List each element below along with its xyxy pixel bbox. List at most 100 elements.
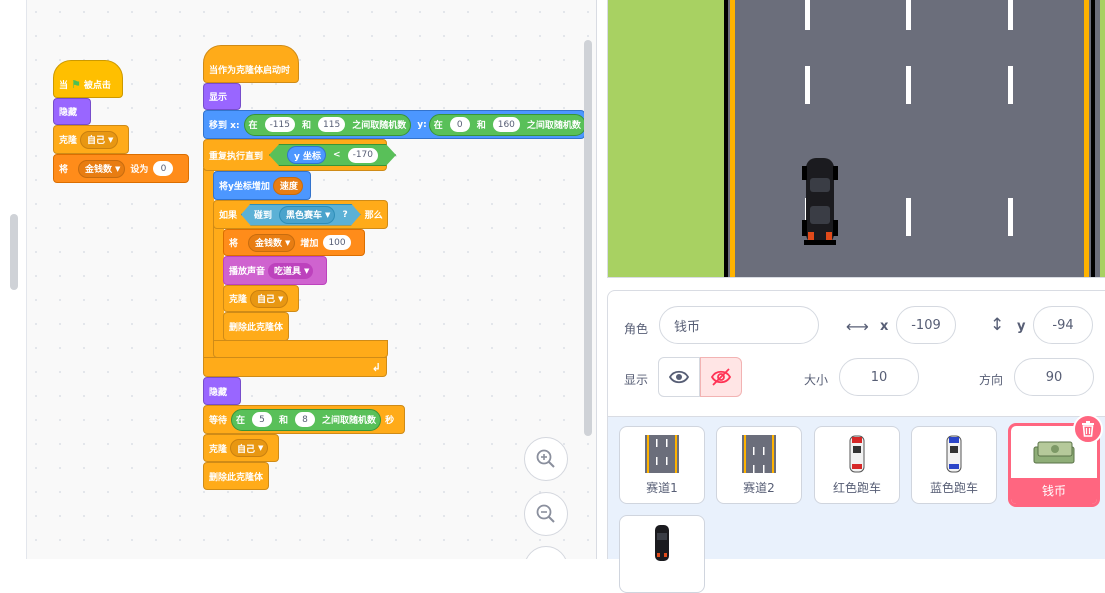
- blue-car-thumbnail: [912, 433, 996, 475]
- random-y-reporter[interactable]: 在 0 和 160 之间取随机数: [428, 113, 586, 136]
- wait-max-input[interactable]: 8: [295, 412, 316, 427]
- set-variable-block[interactable]: 将 金钱数 ▼ 设为 0: [53, 154, 189, 183]
- random-x-reporter[interactable]: 在 -115 和 115 之间取随机数: [243, 113, 412, 136]
- wait-min-input[interactable]: 5: [252, 412, 273, 427]
- delete-clone-block-inner[interactable]: 删除此克隆体: [223, 312, 289, 341]
- sprite-tile-label: 红色跑车: [832, 481, 881, 495]
- code-area-scrollbar[interactable]: [584, 40, 592, 436]
- touching-target-value: 黑色赛车: [286, 211, 323, 221]
- change-mid-label: 增加: [300, 239, 319, 249]
- touching-target-dropdown[interactable]: 黑色赛车 ▼: [279, 205, 336, 224]
- random-wait-reporter[interactable]: 在 5 和 8 之间取随机数: [231, 408, 382, 431]
- create-clone-block-2[interactable]: 克隆 自己 ▼: [203, 434, 279, 462]
- wait-block[interactable]: 等待 在 5 和 8 之间取随机数 秒: [203, 405, 405, 434]
- sprite-tile-black-car[interactable]: [619, 515, 705, 593]
- sprite-tile-label: 赛道1: [646, 481, 678, 495]
- direction-input[interactable]: 90: [1014, 358, 1094, 396]
- when-start-as-clone-block[interactable]: 当作为克隆体启动时: [203, 45, 299, 83]
- sound-dropdown[interactable]: 吃道具 ▼: [268, 262, 314, 279]
- repeat-bottom-arm: ↲: [203, 357, 387, 377]
- size-label: 大小: [804, 373, 829, 387]
- clone-target-dropdown[interactable]: 自己 ▼: [80, 130, 119, 149]
- hide-block[interactable]: 隐藏: [53, 98, 91, 125]
- road-border-right: [1091, 0, 1095, 277]
- hide-label: 隐藏: [209, 387, 228, 398]
- if-then-block[interactable]: 如果 碰到 黑色赛车 ▼ ? 那么: [213, 200, 388, 229]
- red-car-thumbnail: [815, 433, 899, 475]
- road-border-left: [724, 0, 728, 277]
- trash-icon: [1082, 421, 1094, 437]
- x-min-input[interactable]: -115: [264, 117, 295, 132]
- y-max-input[interactable]: 160: [492, 117, 520, 132]
- zoom-in-button[interactable]: [524, 437, 568, 481]
- code-area[interactable]: 当 ⚑ 被点击 隐藏 克隆 自己 ▼ 将 金钱数 ▼ 设为 0 当作为克隆体启动时 …: [0, 0, 597, 559]
- eye-icon: [669, 370, 689, 384]
- sprite-tile-track-1[interactable]: 赛道1: [619, 426, 705, 504]
- touching-sensor[interactable]: 碰到 黑色赛车 ▼ ?: [241, 203, 361, 226]
- stage[interactable]: [607, 0, 1105, 278]
- x-position-input[interactable]: -109: [896, 306, 956, 344]
- clone-target-dropdown[interactable]: 自己 ▼: [250, 289, 289, 308]
- x-max-input[interactable]: 115: [318, 117, 346, 132]
- lane-dash: [1008, 198, 1013, 236]
- y-label: y: [1017, 319, 1026, 334]
- hide-block-2[interactable]: 隐藏: [203, 377, 241, 405]
- direction-value: 90: [1045, 369, 1063, 385]
- sprite-tile-red-car[interactable]: 红色跑车: [814, 426, 900, 504]
- sprite-name-value: 钱币: [674, 319, 701, 335]
- lt-value-input[interactable]: -170: [347, 147, 379, 163]
- create-clone-block[interactable]: 克隆 自己 ▼: [53, 125, 129, 154]
- y-min-input[interactable]: 0: [449, 117, 470, 132]
- size-input[interactable]: 10: [839, 358, 919, 396]
- when-flag-clicked-block[interactable]: 当 ⚑ 被点击: [53, 60, 123, 98]
- change-prefix-label: 将: [229, 239, 239, 249]
- set-variable-dropdown[interactable]: 金钱数 ▼: [78, 159, 126, 178]
- sprite-label: 角色: [624, 322, 649, 336]
- zoom-out-button[interactable]: [524, 492, 568, 536]
- wait-prefix-label: 等待: [209, 416, 228, 426]
- delete-sprite-button[interactable]: [1073, 414, 1103, 444]
- show-sprite-button[interactable]: [658, 357, 700, 397]
- x-label: x: [880, 319, 889, 334]
- zoom-out-icon: [536, 504, 555, 523]
- sprite-tile-label: 蓝色跑车: [929, 481, 978, 495]
- y-position-reporter[interactable]: y 坐标: [287, 146, 327, 164]
- green-flag-icon: ⚑: [71, 77, 81, 91]
- set-value-input[interactable]: 0: [153, 161, 174, 176]
- show-block[interactable]: 显示: [203, 83, 241, 110]
- sprite-tile-track-2[interactable]: 赛道2: [716, 426, 802, 504]
- rand-and-label: 和: [476, 121, 486, 131]
- change-variable-dropdown[interactable]: 金钱数 ▼: [248, 233, 296, 252]
- change-variable-block[interactable]: 将 金钱数 ▼ 增加 100: [223, 229, 365, 256]
- zoom-reset-button[interactable]: [524, 546, 568, 559]
- sprite-name-input[interactable]: 钱币: [659, 306, 819, 344]
- clone-target-value: 自己: [87, 136, 106, 146]
- lane-dash: [1008, 0, 1013, 30]
- set-prefix-label: 将: [59, 165, 69, 175]
- create-clone-block-inner[interactable]: 克隆 自己 ▼: [223, 285, 299, 312]
- eye-slash-icon: [710, 368, 732, 386]
- x-arrows-icon: ⟷: [846, 317, 869, 336]
- hat-clicked-label: 被点击: [83, 80, 111, 91]
- set-var-value: 金钱数: [85, 165, 113, 175]
- sprite-tile-blue-car[interactable]: 蓝色跑车: [911, 426, 997, 504]
- delete-clone-block-2[interactable]: 删除此克隆体: [203, 462, 269, 490]
- go-to-xy-block[interactable]: 移到 x: 在 -115 和 115 之间取随机数 y: 在 0 和 160 之…: [203, 110, 586, 139]
- track-thumbnail: [717, 433, 801, 475]
- rand-suffix-label: 之间取随机数: [322, 416, 377, 426]
- hide-sprite-button[interactable]: [700, 357, 742, 397]
- caret-down-icon: ▼: [108, 135, 114, 144]
- less-than-operator[interactable]: y 坐标 < -170: [269, 144, 397, 166]
- clone-target-dropdown[interactable]: 自己 ▼: [230, 439, 269, 457]
- black-race-car-sprite[interactable]: [801, 156, 839, 248]
- start-sound-block[interactable]: 播放声音 吃道具 ▼: [223, 256, 327, 285]
- show-label: 显示: [209, 93, 228, 103]
- speed-variable-reporter[interactable]: 速度: [272, 176, 303, 195]
- y-position-input[interactable]: -94: [1033, 306, 1093, 344]
- change-value-input[interactable]: 100: [323, 235, 351, 250]
- clone-label: 克隆: [229, 295, 248, 305]
- palette-scrollbar[interactable]: [10, 214, 18, 290]
- repeat-until-block[interactable]: 重复执行直到 y 坐标 < -170: [203, 139, 397, 171]
- delete-clone-label: 删除此克隆体: [209, 472, 264, 483]
- change-y-block[interactable]: 将y坐标增加 速度: [213, 171, 311, 200]
